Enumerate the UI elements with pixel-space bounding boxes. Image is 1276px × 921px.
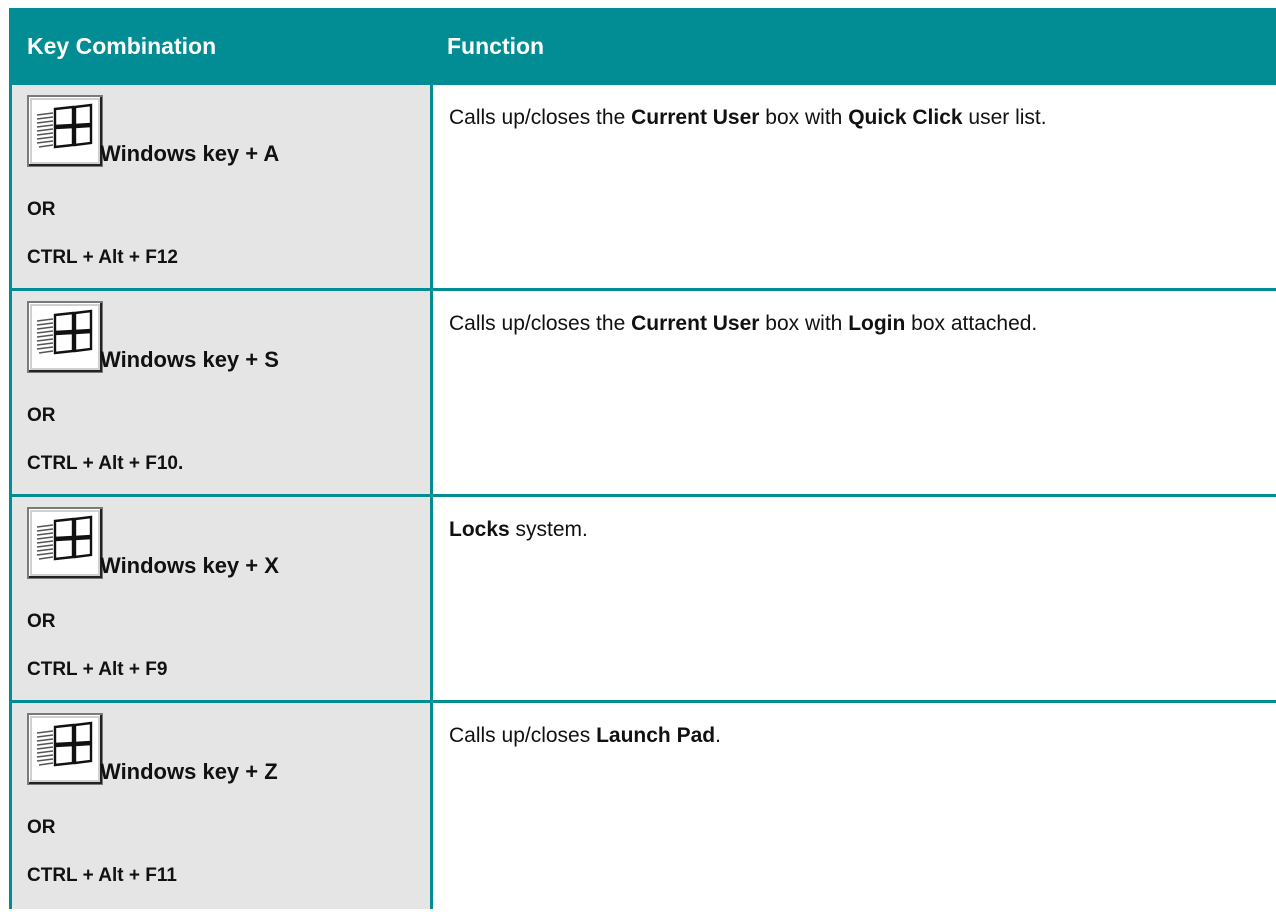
table-body: Windows key + A OR CTRL + Alt + F12 Calls u…	[9, 85, 1276, 909]
windows-key-combo: Windows key + S	[100, 347, 279, 372]
table-row: Windows key + X OR CTRL + Alt + F9 Locks sy…	[9, 497, 1276, 703]
shortcut-table: Key Combination Function Windows key + A…	[9, 8, 1276, 909]
function-keyword: Locks	[449, 518, 510, 541]
key-combination-cell: Windows key + A OR CTRL + Alt + F12	[9, 85, 433, 288]
or-separator: OR	[27, 611, 56, 632]
ctrl-alt-combo: CTRL + Alt + F12	[27, 247, 178, 268]
function-keyword: Login	[848, 312, 906, 335]
function-text: Calls up/closes	[449, 724, 597, 747]
function-text: Calls up/closes the	[449, 106, 632, 129]
ctrl-alt-combo: CTRL + Alt + F11	[27, 865, 177, 886]
table-header: Key Combination Function	[9, 8, 1276, 85]
function-keyword: Current User	[631, 312, 760, 335]
table-row: Windows key + Z OR CTRL + Alt + F11 Calls u…	[9, 703, 1276, 909]
function-text: user list.	[962, 106, 1047, 129]
function-text: Calls up/closes the	[449, 312, 632, 335]
function-keyword: Quick Click	[848, 106, 963, 129]
function-description: Calls up/closes the Current User box wit…	[449, 103, 1270, 132]
key-combination-cell: Windows key + S OR CTRL + Alt + F10.	[9, 291, 433, 494]
function-keyword: Launch Pad	[596, 724, 716, 747]
table-row: Windows key + A OR CTRL + Alt + F12 Calls u…	[9, 85, 1276, 291]
table-row: Windows key + S OR CTRL + Alt + F10. Calls …	[9, 291, 1276, 497]
function-keyword: Current User	[631, 106, 760, 129]
windows-key-combo: Windows key + A	[100, 141, 280, 166]
function-description: Calls up/closes the Current User box wit…	[449, 309, 1270, 338]
key-combination-cell: Windows key + X OR CTRL + Alt + F9	[9, 497, 433, 700]
function-cell: Calls up/closes the Current User box wit…	[433, 85, 1276, 288]
function-text: system.	[509, 518, 588, 541]
function-text: .	[715, 724, 721, 747]
or-separator: OR	[27, 199, 56, 220]
function-text: box with	[759, 106, 849, 129]
function-text: box attached.	[905, 312, 1038, 335]
header-function: Function	[447, 33, 545, 59]
function-description: Locks system.	[449, 515, 1270, 544]
header-key-combination: Key Combination	[27, 33, 217, 59]
function-cell: Locks system.	[433, 497, 1276, 700]
windows-key-combo: Windows key + X	[100, 553, 279, 578]
or-separator: OR	[27, 405, 56, 426]
windows-key-icon	[27, 713, 103, 785]
function-cell: Calls up/closes the Current User box wit…	[433, 291, 1276, 494]
windows-key-icon	[27, 301, 103, 373]
windows-key-icon	[27, 95, 103, 167]
function-text: box with	[759, 312, 849, 335]
key-combination-cell: Windows key + Z OR CTRL + Alt + F11	[9, 703, 433, 909]
function-description: Calls up/closes Launch Pad.	[449, 721, 1270, 750]
ctrl-alt-combo: CTRL + Alt + F9	[27, 659, 168, 680]
windows-key-combo: Windows key + Z	[100, 759, 278, 784]
function-cell: Calls up/closes Launch Pad.	[433, 703, 1276, 909]
or-separator: OR	[27, 817, 56, 838]
windows-key-icon	[27, 507, 103, 579]
ctrl-alt-combo: CTRL + Alt + F10.	[27, 453, 184, 474]
